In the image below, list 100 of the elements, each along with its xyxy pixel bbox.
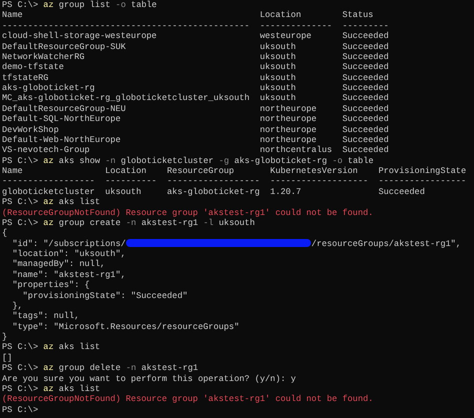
table-cell: Succeeded [342,124,389,135]
json-output-text: "name": "akstest-rg1", [12,270,126,280]
header-underline: ------------------- [270,176,370,187]
argument-text: table [348,156,374,166]
json-output-text: "tags": null, [12,311,80,322]
command-text: az [43,197,54,208]
header-underline: ----------------- [378,176,466,187]
table-cell: Succeeded [342,145,389,156]
table-cell-text: westeurope [260,31,312,42]
table-cell: Succeeded [342,62,389,73]
output-text: Are you sure you want to perform this operation? (y/n): y [2,374,296,384]
json-output-text: "provisioningState": "Succeeded" [22,290,188,300]
table-cell-text: northeurope [260,104,318,114]
json-output-text: "location": "uksouth", [12,249,126,259]
prompt-text: PS C:\> [2,404,38,415]
prompt-text: PS C:\> [2,218,38,228]
table-cell-text: cloud-shell-storage-westeurope [2,31,158,42]
argument-text: group delete [58,363,121,374]
argument-text: akstest-rg1 [141,363,198,374]
prompt-text: PS C:\> [2,156,38,166]
json-output-text: "type": "Microsoft.Resources/resourceGroups" [12,322,240,332]
json-output-text: "id": "/subscriptions/ [12,238,126,249]
table-cell: Succeeded [342,83,389,94]
header-underline: --------- [342,20,389,32]
table-cell-text: DevWorkShop [2,124,60,135]
json-output-text: /resourceGroups/akstest-rg1", [311,238,461,249]
table-cell-text: demo-tfstate [2,62,65,73]
header-underline: ------------------ [2,176,96,187]
column-header: Status [342,10,374,21]
header-underline: -------------- [260,20,334,32]
flag-text: -o [332,156,343,166]
header-underline: ------------------ [167,176,261,187]
flag-text: -n [126,218,136,228]
column-header: Name [2,166,24,176]
table-cell-text: uksouth [260,72,297,83]
prompt-text: PS C:\> [2,342,38,352]
table-cell-text: VS-nevotech-Group [2,145,91,156]
column-header: ResourceGroup [167,166,236,176]
table-cell: Succeeded [378,186,425,198]
json-output-text: { [2,228,8,238]
output-text: [] [2,352,12,363]
column-header: Location [260,10,302,21]
table-cell-text: Default-Web-NorthEurope [2,134,122,146]
table-cell: Succeeded [342,134,389,146]
table-cell-text: DefaultResourceGroup-SUK [2,42,127,52]
table-cell-text: northcentralus [260,145,334,156]
prompt-text: PS C:\> [2,363,38,374]
table-cell: Succeeded [342,114,389,124]
command-text: az [43,363,54,374]
column-header: ProvisioningState [378,166,466,176]
column-header: KubernetesVersion [270,166,359,176]
error-message: (ResourceGroupNotFound) Resource group 'akstest-rg1' could not be found. [2,394,374,404]
error-message: (ResourceGroupNotFound) Resource group 'akstest-rg1' could not be found. [2,208,374,218]
table-cell-text: uksouth [260,52,297,62]
argument-text: aks list [58,197,100,208]
flag-text: -l [203,218,214,228]
flag-text: -o [116,0,126,10]
table-cell-text: NetworkWatcherRG [2,52,86,62]
command-text: az [43,0,54,10]
prompt-text: PS C:\> [2,384,38,394]
table-cell-text: Default-SQL-NorthEurope [2,114,122,124]
argument-text: aks-globoticket-rg [234,156,328,166]
table-cell-text: aks-globoticket-rg [2,83,96,94]
argument-text: group create [58,218,121,228]
command-text: az [43,342,54,352]
table-cell-text: uksouth [260,83,297,94]
table-cell-text: northeurope [260,134,318,146]
prompt-text: PS C:\> [2,197,38,208]
column-header: Name [2,10,24,21]
table-cell-text: northeurope [260,114,318,124]
table-cell-text: DefaultResourceGroup-NEU [2,104,127,114]
argument-text: aks list [58,342,100,352]
table-cell-text: 1.20.7 [270,186,302,198]
command-text: az [43,384,54,394]
table-cell-text: uksouth [260,62,297,73]
json-output-text: "properties": { [12,280,90,290]
prompt-text: PS C:\> [2,0,38,10]
argument-text: table [131,0,157,10]
argument-text: aks show [58,156,100,166]
command-text: az [43,156,54,166]
table-cell-text: MC_aks-globoticket-rg_globoticketcluster_uksouth [2,93,251,104]
header-underline: ------------------------------------------------ [2,20,251,32]
table-cell-text: northeurope [260,124,318,135]
argument-text: aks list [58,384,100,394]
table-cell-text: tfstateRG [2,72,50,83]
table-cell: Succeeded [342,31,389,42]
table-cell-text: uksouth [105,186,142,198]
table-cell: Succeeded [342,72,389,83]
table-cell: Succeeded [342,104,389,114]
flag-text: -n [105,156,116,166]
argument-text: globoticketcluster [120,156,214,166]
table-cell-text: uksouth [260,42,297,52]
table-cell-text: globoticketcluster [2,186,96,198]
argument-text: group list [58,0,110,10]
json-output-text: }, [12,300,23,311]
json-output-text: "managedBy": null, [12,259,106,270]
table-cell-text: aks-globoticket-rg [167,186,261,198]
flag-text: -g [218,156,230,166]
table-cell: Succeeded [342,52,389,62]
argument-text: akstest-rg1 [141,218,198,228]
